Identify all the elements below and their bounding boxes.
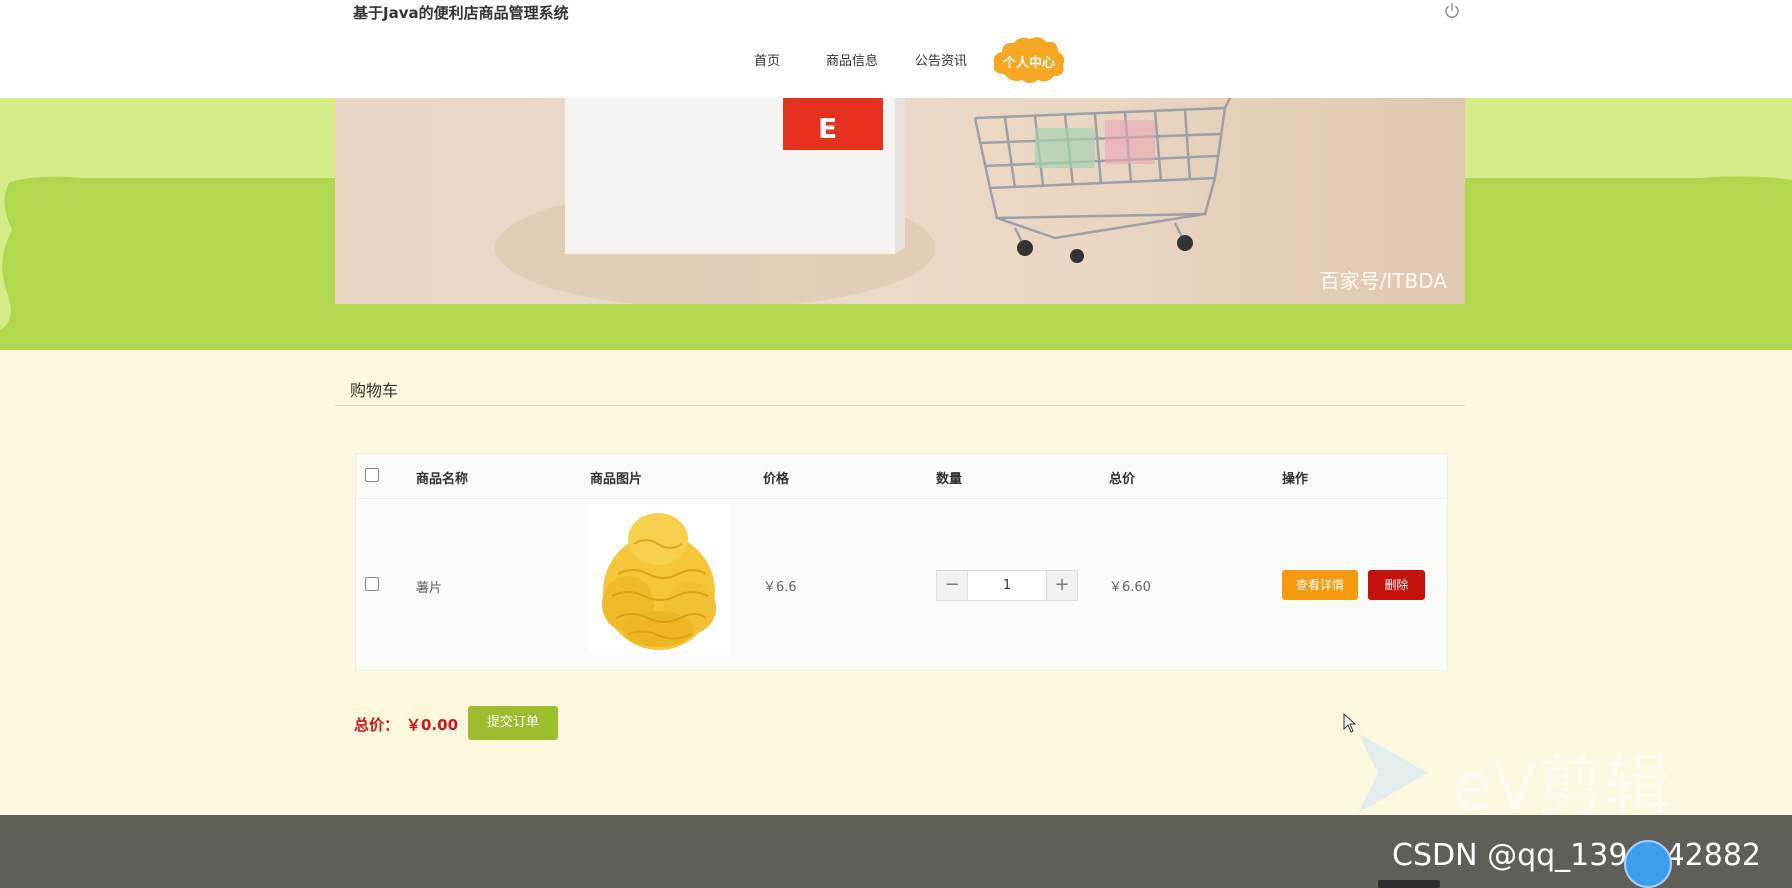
shopping-cart-photo: E: [495, 98, 1232, 304]
banner-watermark: 百家号/ITBDA: [1319, 269, 1447, 293]
decrease-quantity-button[interactable]: −: [937, 571, 968, 600]
site-header: 基于Java的便利店商品管理系统 首页 商品信息 公告资讯 个人中心: [0, 0, 1792, 98]
column-header-quantity: 数量: [936, 472, 963, 487]
column-header-price: 价格: [763, 472, 790, 487]
csdn-watermark: CSDN @qq_1394842882: [1392, 838, 1762, 873]
cart-table: 商品名称 商品图片 价格 数量 总价 操作 薯片 ￥6.6 − 1 + ￥6.6…: [355, 453, 1448, 671]
column-header-total: 总价: [1109, 472, 1136, 487]
column-header-actions: 操作: [1282, 472, 1309, 487]
hero-banner: E 百家号/ITBDA: [335, 98, 1465, 304]
column-header-image: 商品图片: [590, 472, 643, 487]
site-title: 基于Java的便利店商品管理系统: [353, 4, 569, 22]
product-name: 薯片: [416, 581, 443, 596]
nav-item-news[interactable]: 公告资讯: [915, 50, 967, 69]
section-divider: [335, 405, 1465, 406]
row-checkbox[interactable]: [365, 577, 379, 591]
delete-button[interactable]: 删除: [1368, 570, 1425, 600]
total-label: 总价：: [354, 716, 400, 734]
submit-order-button[interactable]: 提交订单: [468, 706, 558, 740]
mouse-cursor-icon: [1343, 712, 1357, 737]
potato-chips-image: [602, 513, 716, 650]
floating-action-icon[interactable]: [1624, 840, 1672, 888]
select-all-checkbox[interactable]: [365, 468, 379, 482]
nav-item-products[interactable]: 商品信息: [826, 50, 878, 69]
product-price: ￥6.6: [763, 580, 797, 595]
ev-play-logo-icon: [1358, 733, 1428, 817]
footer-bar: [1378, 880, 1440, 888]
column-header-name: 商品名称: [416, 472, 469, 487]
view-details-button[interactable]: 查看详情: [1282, 570, 1358, 600]
main-nav: 首页 商品信息 公告资讯: [0, 36, 1792, 86]
total-value: ￥0.00: [406, 716, 459, 734]
nav-item-personal-center[interactable]: 个人中心: [990, 34, 1068, 88]
product-image[interactable]: [588, 504, 730, 652]
power-icon[interactable]: [1443, 2, 1461, 20]
quantity-input[interactable]: [968, 571, 1046, 600]
svg-text:E: E: [818, 112, 837, 145]
nav-item-home[interactable]: 首页: [754, 50, 780, 69]
row-total: ￥6.60: [1109, 580, 1151, 595]
section-title: 购物车: [350, 381, 399, 400]
table-header: 商品名称 商品图片 价格 数量 总价 操作: [356, 454, 1447, 499]
increase-quantity-button[interactable]: +: [1046, 571, 1077, 600]
quantity-stepper: − +: [936, 570, 1078, 601]
nav-item-label: 个人中心: [1002, 56, 1055, 71]
